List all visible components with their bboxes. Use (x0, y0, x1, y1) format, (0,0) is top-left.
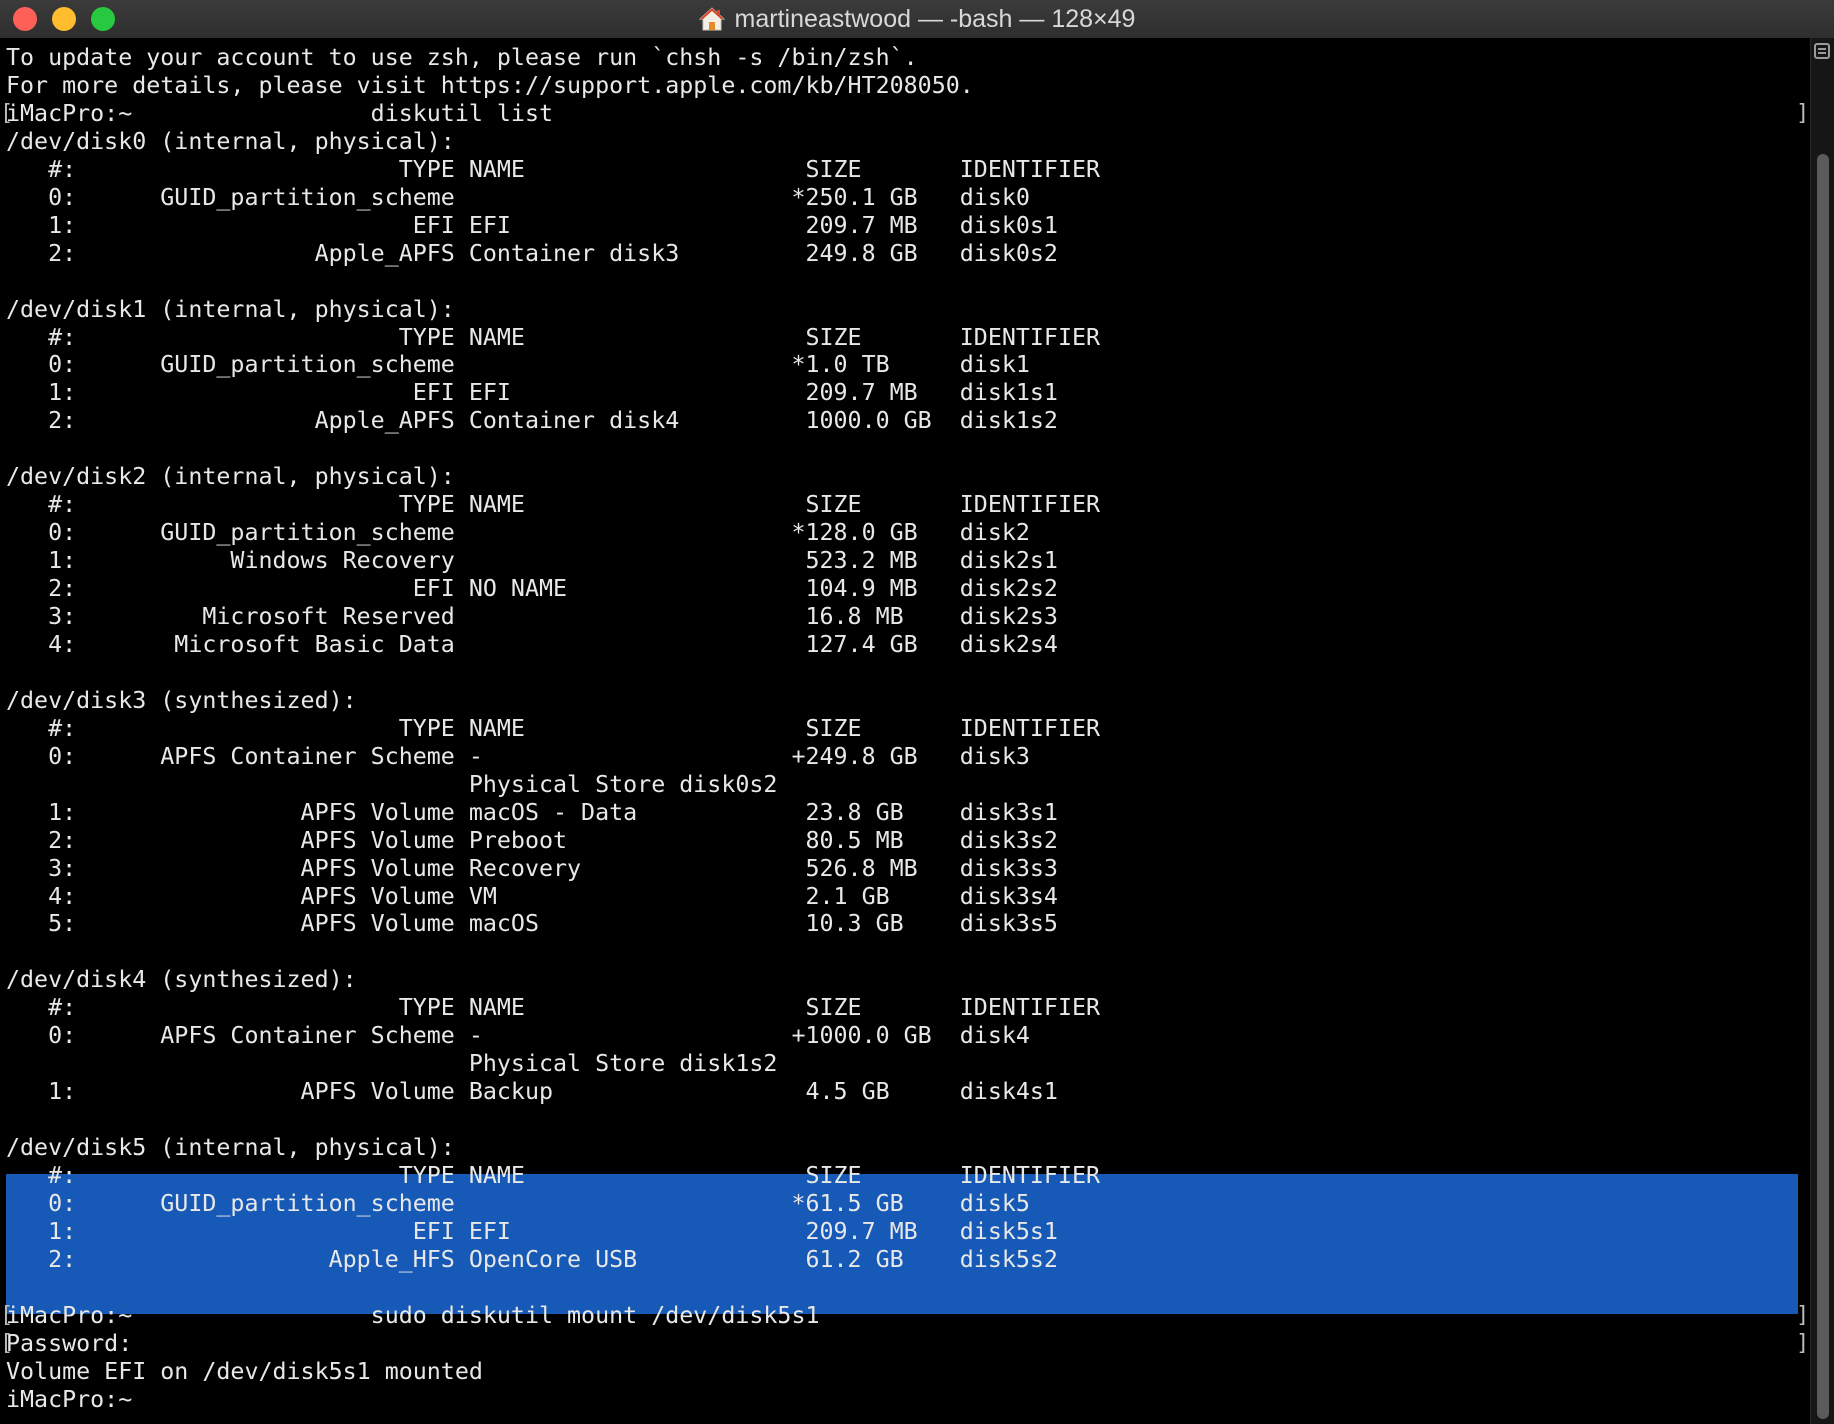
terminal-line: #: TYPE NAME SIZE IDENTIFIER (6, 994, 1101, 1022)
terminal-line: iMacPro:~ diskutil list (6, 99, 554, 127)
prompt-mark-right: ] (1796, 100, 1810, 126)
terminal-line: /dev/disk5 (internal, physical): (6, 1134, 455, 1162)
terminal-line: /dev/disk3 (synthesized): (6, 686, 357, 714)
terminal-line: 2: Apple_APFS Container disk4 1000.0 GB … (6, 407, 1058, 435)
window-title: martineastwood — -bash — 128×49 (734, 4, 1136, 33)
terminal-line: iMacPro:~ sudo diskutil mount /dev/disk5… (6, 1301, 820, 1329)
terminal-line: iMacPro:~ (6, 1385, 147, 1413)
terminal-line: 2: Apple_APFS Container disk3 249.8 GB d… (6, 239, 1058, 267)
scrollbar[interactable] (1810, 38, 1834, 1424)
terminal-line: 4: APFS Volume VM 2.1 GB disk3s4 (6, 882, 1058, 910)
terminal-line: 0: GUID_partition_scheme *128.0 GB disk2 (6, 519, 1030, 547)
terminal-output[interactable]: To update your account to use zsh, pleas… (0, 38, 1810, 1424)
prompt-mark-right: ] (1796, 1330, 1810, 1356)
terminal-line: 1: EFI EFI 209.7 MB disk5s1 (6, 1217, 1058, 1245)
terminal-line: /dev/disk0 (internal, physical): (6, 127, 455, 155)
terminal-line: 5: APFS Volume macOS 10.3 GB disk3s5 (6, 910, 1058, 938)
terminal-line: 1: APFS Volume macOS - Data 23.8 GB disk… (6, 798, 1058, 826)
terminal-line: #: TYPE NAME SIZE IDENTIFIER (6, 491, 1101, 519)
home-icon (698, 7, 725, 31)
terminal-line: 0: GUID_partition_scheme *61.5 GB disk5 (6, 1189, 1030, 1217)
title-bar: martineastwood — -bash — 128×49 (0, 0, 1834, 39)
prompt-mark-left: [ (0, 1330, 14, 1356)
terminal-line: Physical Store disk0s2 (6, 770, 778, 798)
terminal-line: 2: APFS Volume Preboot 80.5 MB disk3s2 (6, 826, 1058, 854)
prompt-mark-left: [ (0, 1302, 14, 1328)
terminal-line: To update your account to use zsh, pleas… (6, 44, 918, 71)
terminal-line: 0: APFS Container Scheme - +1000.0 GB di… (6, 1022, 1030, 1050)
terminal-line: 2: EFI NO NAME 104.9 MB disk2s2 (6, 575, 1058, 603)
terminal-line: 0: GUID_partition_scheme *1.0 TB disk1 (6, 351, 1030, 379)
terminal-line: 0: APFS Container Scheme - +249.8 GB dis… (6, 742, 1030, 770)
terminal-line: 0: GUID_partition_scheme *250.1 GB disk0 (6, 183, 1030, 211)
terminal-line: 1: APFS Volume Backup 4.5 GB disk4s1 (6, 1078, 1058, 1106)
terminal-line: Password: (6, 1329, 133, 1357)
terminal-line: #: TYPE NAME SIZE IDENTIFIER (6, 1162, 1101, 1189)
terminal-line: 3: APFS Volume Recovery 526.8 MB disk3s3 (6, 854, 1058, 882)
terminal-line: 1: Windows Recovery 523.2 MB disk2s1 (6, 547, 1058, 575)
scrollbar-thumb[interactable] (1817, 154, 1829, 1419)
scrollback-list-icon[interactable] (1814, 43, 1830, 59)
terminal-line: 1: EFI EFI 209.7 MB disk0s1 (6, 211, 1058, 239)
terminal-line: Physical Store disk1s2 (6, 1050, 778, 1078)
terminal-line: #: TYPE NAME SIZE IDENTIFIER (6, 714, 1101, 742)
terminal-line: 1: EFI EFI 209.7 MB disk1s1 (6, 379, 1058, 407)
window-title-area: martineastwood — -bash — 128×49 (0, 0, 1834, 38)
terminal-line: #: TYPE NAME SIZE IDENTIFIER (6, 155, 1101, 183)
terminal-line: /dev/disk4 (synthesized): (6, 966, 357, 994)
terminal-line: /dev/disk2 (internal, physical): (6, 463, 455, 491)
terminal-line: 3: Microsoft Reserved 16.8 MB disk2s3 (6, 603, 1058, 630)
prompt-mark-right: ] (1796, 1302, 1810, 1328)
terminal-line: 4: Microsoft Basic Data 127.4 GB disk2s4 (6, 630, 1058, 658)
terminal-line: 2: Apple_HFS OpenCore USB 61.2 GB disk5s… (6, 1245, 1058, 1273)
terminal-line: For more details, please visit https://s… (6, 71, 974, 99)
prompt-mark-left: [ (0, 100, 14, 126)
terminal-line: /dev/disk1 (internal, physical): (6, 295, 455, 323)
terminal-line: Volume EFI on /dev/disk5s1 mounted (6, 1357, 483, 1385)
terminal-line: #: TYPE NAME SIZE IDENTIFIER (6, 323, 1101, 351)
